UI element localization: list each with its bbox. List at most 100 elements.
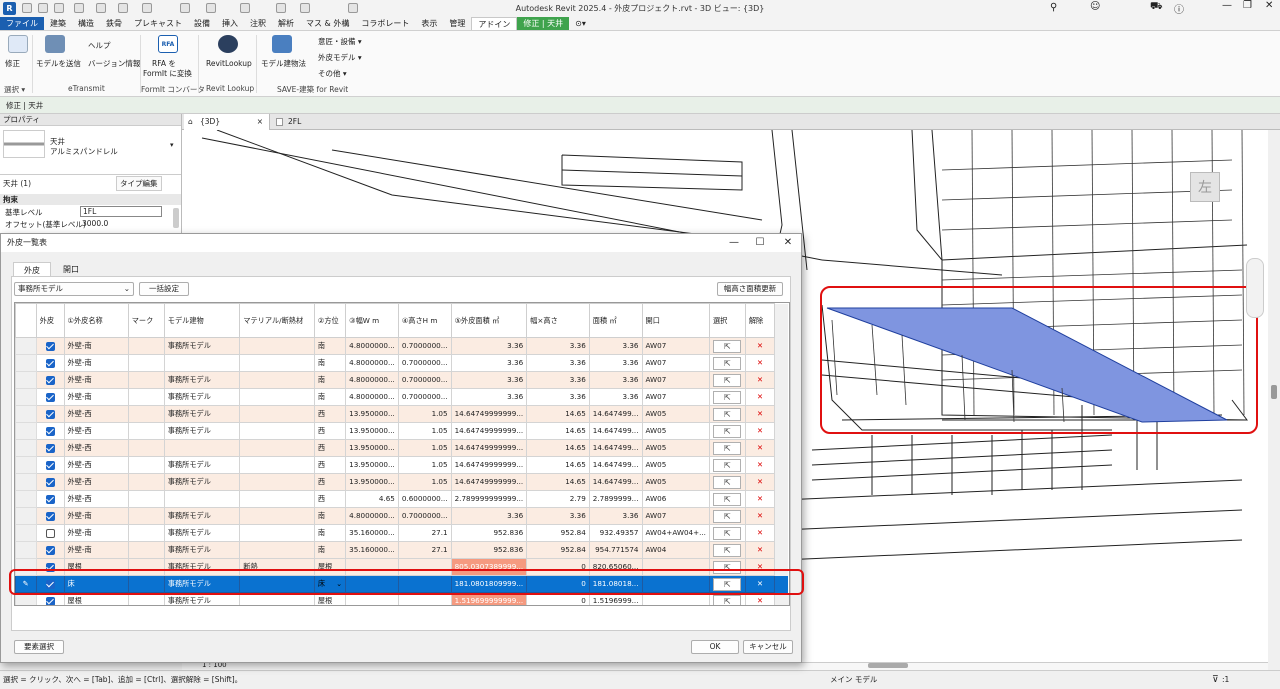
cell-h[interactable]: 0.7000000... xyxy=(397,354,452,372)
cell-mark[interactable] xyxy=(127,422,165,440)
tab-insert[interactable]: 挿入 xyxy=(216,17,244,30)
col-direction[interactable]: ②方位 xyxy=(313,303,347,338)
cell-face[interactable]: 3.36 xyxy=(588,388,643,406)
cell-name[interactable]: 外壁-南 xyxy=(63,371,129,389)
select-cursor-icon[interactable]: ⇱ xyxy=(713,458,742,472)
release-x-icon[interactable]: ✕ xyxy=(744,422,776,440)
cell-name[interactable]: 外壁-南 xyxy=(63,541,129,559)
ok-button[interactable]: OK xyxy=(691,640,739,654)
model-select-dropdown[interactable]: 事務所モデル ⌄ xyxy=(14,282,134,296)
cell-dir[interactable]: 南 xyxy=(313,337,347,355)
cell-area[interactable]: 952.836 xyxy=(450,524,528,542)
cell-open[interactable]: AW05 xyxy=(641,422,710,440)
release-x-icon[interactable]: ✕ xyxy=(744,456,776,474)
envelope-checkbox[interactable] xyxy=(45,358,55,368)
envelope-checkbox[interactable] xyxy=(45,392,55,402)
cell-model[interactable]: 事務所モデル xyxy=(163,422,241,440)
cell-model[interactable]: 事務所モデル xyxy=(163,337,241,355)
cell-model[interactable] xyxy=(163,439,241,457)
cell-w[interactable]: 4.8000000... xyxy=(345,337,399,355)
cell-h[interactable]: 1.05 xyxy=(397,405,452,423)
tab-steel[interactable]: 鉄骨 xyxy=(100,17,128,30)
send-model-button[interactable]: モデルを送信 xyxy=(36,59,81,69)
modify-button[interactable]: 修正 xyxy=(5,59,20,69)
cell-dir[interactable]: 西 xyxy=(313,473,347,491)
col-envelope[interactable]: 外皮 xyxy=(35,303,65,338)
select-cursor-icon[interactable]: ⇱ xyxy=(713,441,742,455)
menu-design-equipment[interactable]: 意匠・設備 ▾ xyxy=(318,37,362,47)
scroll-thumb[interactable] xyxy=(1271,385,1277,399)
cell-wh[interactable]: 3.36 xyxy=(526,507,590,525)
tab-systems[interactable]: 設備 xyxy=(188,17,216,30)
table-row[interactable]: 外壁-南 事務所モデル 南 35.160000... 27.1 952.836 952.84… xyxy=(15,524,789,542)
release-x-icon[interactable]: ✕ xyxy=(744,337,776,355)
cell-wh[interactable]: 14.65 xyxy=(526,439,590,457)
edit-type-button[interactable]: タイプ編集 xyxy=(116,176,162,191)
cell-dir[interactable]: 西 xyxy=(313,456,347,474)
cell-face[interactable]: 14.647499... xyxy=(588,422,643,440)
prop-value-offset[interactable]: 3000.0 xyxy=(82,219,108,228)
col-release[interactable]: 解除 xyxy=(744,303,776,338)
cell-mat[interactable] xyxy=(239,388,315,406)
instance-count[interactable]: 天井 (1) xyxy=(3,178,31,189)
table-row[interactable]: 外壁-西 事務所モデル 西 13.950000... 1.05 14.6474999999… xyxy=(15,422,789,440)
col-wxh[interactable]: 幅×高さ xyxy=(526,303,590,338)
cell-name[interactable]: 外壁-南 xyxy=(63,507,129,525)
cell-name[interactable]: 外壁-南 xyxy=(63,337,129,355)
modify-cursor-icon[interactable] xyxy=(8,35,28,53)
cell-h[interactable]: 1.05 xyxy=(397,439,452,457)
envelope-checkbox[interactable] xyxy=(45,426,55,436)
cell-area[interactable]: 952.836 xyxy=(450,541,528,559)
cell-model[interactable] xyxy=(163,354,241,372)
cell-wh[interactable]: 952.84 xyxy=(526,541,590,559)
tab-precast[interactable]: プレキャスト xyxy=(128,17,188,30)
cell-open[interactable]: AW07 xyxy=(641,388,710,406)
select-cursor-icon[interactable]: ⇱ xyxy=(713,424,742,438)
cell-name[interactable]: 外壁-西 xyxy=(63,490,129,508)
select-cursor-icon[interactable]: ⇱ xyxy=(713,356,742,370)
col-name[interactable]: ①外皮名称 xyxy=(63,303,129,338)
cell-mark[interactable] xyxy=(127,456,165,474)
table-row[interactable]: 外壁-西 事務所モデル 西 13.950000... 1.05 14.6474999999… xyxy=(15,405,789,423)
binoculars-icon[interactable]: ⚲ xyxy=(1050,2,1057,13)
model-method-icon[interactable] xyxy=(272,35,292,53)
col-area[interactable]: ⑤外皮面積 ㎡ xyxy=(450,303,528,338)
envelope-checkbox[interactable] xyxy=(45,545,55,555)
cell-dir[interactable]: 西 xyxy=(313,422,347,440)
row-header[interactable] xyxy=(15,371,37,389)
cell-face[interactable]: 954.771574 xyxy=(588,541,643,559)
help-button[interactable]: ヘルプ xyxy=(88,41,111,51)
tab-opening[interactable]: 開口 xyxy=(53,262,89,277)
cell-mat[interactable] xyxy=(239,405,315,423)
main-model-label[interactable]: メイン モデル xyxy=(830,671,877,689)
cell-model[interactable]: 事務所モデル xyxy=(163,541,241,559)
minimize-icon[interactable]: — xyxy=(1222,0,1232,11)
row-header[interactable] xyxy=(15,354,37,372)
element-select-button[interactable]: 要素選択 xyxy=(14,640,64,654)
cell-model[interactable]: 事務所モデル xyxy=(163,507,241,525)
user-icon[interactable]: ☺ xyxy=(1090,1,1100,12)
update-area-button[interactable]: 幅高さ面積更新 xyxy=(717,282,783,296)
cell-h[interactable]: 0.7000000... xyxy=(397,371,452,389)
cell-w[interactable]: 13.950000... xyxy=(345,422,399,440)
cart-icon[interactable]: ⛟ xyxy=(1150,1,1163,14)
table-row[interactable]: 外壁-南 事務所モデル 南 35.160000... 27.1 952.836 952.84… xyxy=(15,541,789,559)
row-header[interactable] xyxy=(15,507,37,525)
tab-massing[interactable]: マス & 外構 xyxy=(300,17,355,30)
rfa-icon[interactable]: RFA xyxy=(158,35,178,53)
cell-model[interactable]: 事務所モデル xyxy=(163,473,241,491)
cell-area[interactable]: 2.789999999999... xyxy=(450,490,528,508)
select-cursor-icon[interactable]: ⇱ xyxy=(713,543,742,557)
cell-model[interactable] xyxy=(163,490,241,508)
cell-h[interactable]: 1.05 xyxy=(397,422,452,440)
table-row[interactable]: 外壁-南 事務所モデル南 4.8000000... 0.7000000... 3.36 3… xyxy=(15,337,789,355)
cell-w[interactable]: 4.65 xyxy=(345,490,399,508)
cell-h[interactable]: 0.7000000... xyxy=(397,388,452,406)
cell-mat[interactable] xyxy=(239,524,315,542)
cell-name[interactable]: 外壁-西 xyxy=(63,405,129,423)
tab-addins[interactable]: アドイン xyxy=(471,17,518,30)
cell-mark[interactable] xyxy=(127,337,165,355)
row-header[interactable] xyxy=(15,439,37,457)
release-x-icon[interactable]: ✕ xyxy=(744,473,776,491)
cell-open[interactable]: AW05 xyxy=(641,405,710,423)
